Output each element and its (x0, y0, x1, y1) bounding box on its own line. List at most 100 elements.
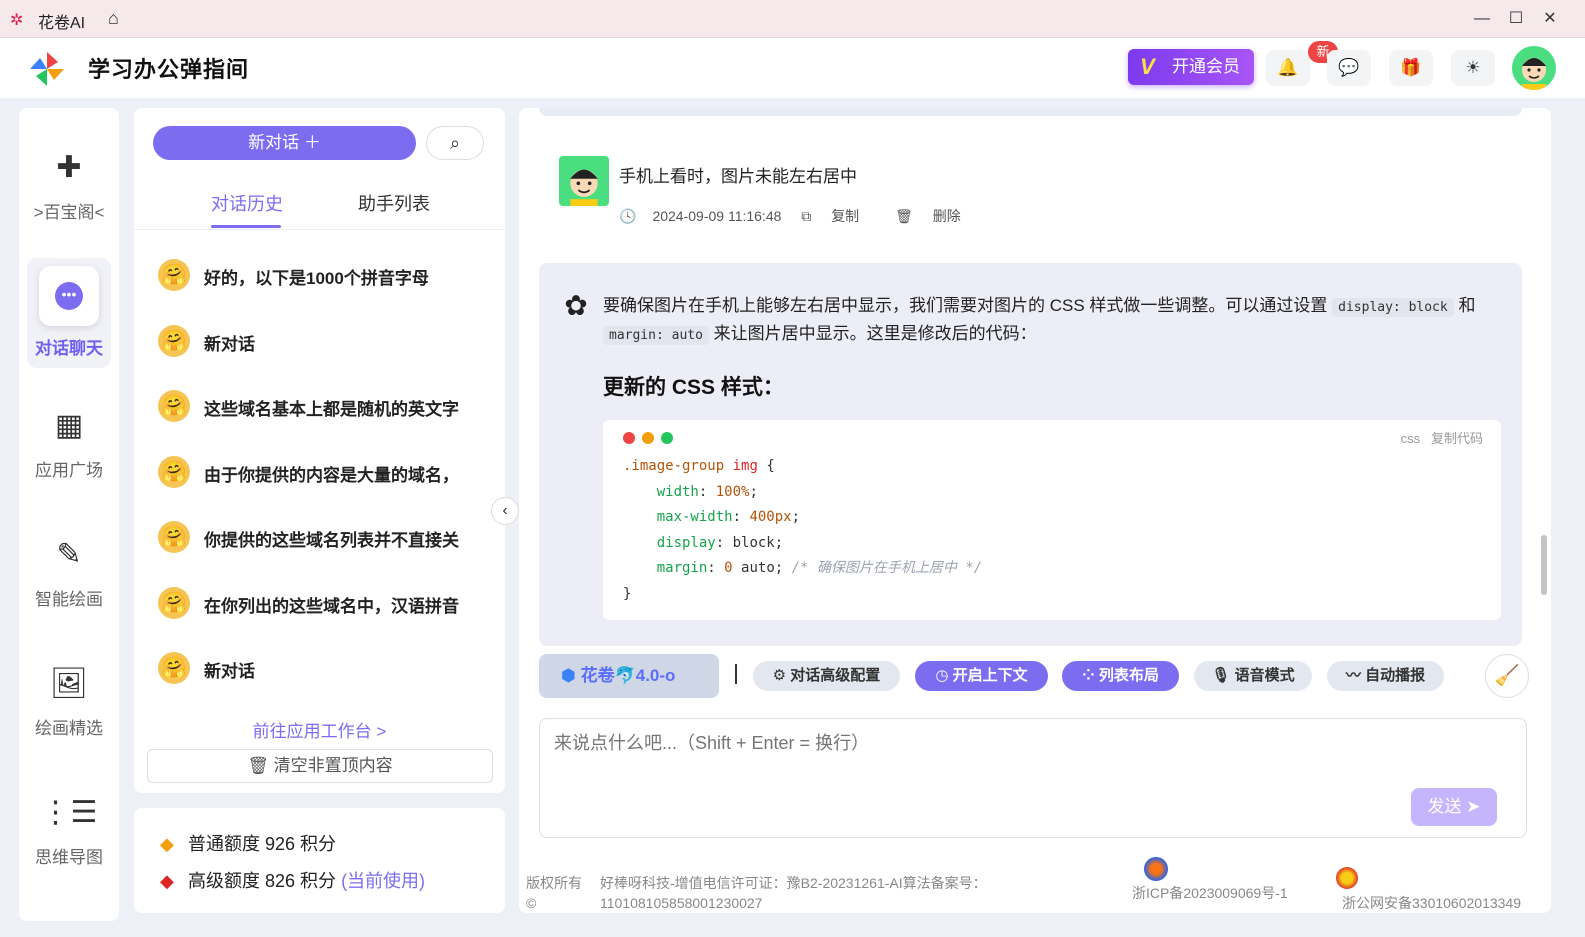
avatar-face-icon (1522, 58, 1546, 90)
code-content: .image-group img { width: 100%; max-widt… (623, 458, 983, 602)
advanced-config-button[interactable]: ⚙ 对话高级配置 (753, 661, 900, 691)
nav-item-chat[interactable]: ••• 对话聊天 (27, 258, 111, 368)
list-layout-toggle[interactable]: ⁘ 列表布局 (1062, 661, 1179, 691)
chat-bubble-icon: ••• (39, 266, 99, 326)
avatar-face-icon (570, 169, 598, 206)
brush-icon: ✎ (56, 538, 82, 571)
nav-item-label: 绘画精选 (35, 719, 103, 738)
broom-icon[interactable]: 🧹 (1485, 654, 1529, 698)
current-usage-label: (当前使用) (341, 871, 426, 891)
close-button[interactable]: ✕ (1538, 8, 1562, 30)
app-name: 花卷AI (38, 15, 86, 32)
chat-main: 手机上看时，图片未能左右居中 🕓 2024-09-09 11:16:48 ⧉ 复制… (519, 108, 1551, 913)
user-message: 手机上看时，图片未能左右居中 (619, 167, 857, 186)
collapse-sidebar-button[interactable]: ‹ (491, 497, 519, 525)
voice-mode-button[interactable]: 🎙 语音模式 (1194, 661, 1312, 691)
red-dot-icon (623, 432, 635, 444)
openai-logo-icon: ✿ (564, 290, 588, 321)
minimize-button[interactable]: — (1470, 8, 1494, 30)
list-item[interactable]: 🤗 新对话 (158, 321, 488, 361)
new-chat-button[interactable]: 新对话 ＋ (153, 126, 416, 160)
list-item[interactable]: 🤗 由于你提供的内容是大量的域名， (158, 452, 488, 492)
header: 学习办公弹指间 V 开通会员 🔔 新 💬 🎁 ☀ (0, 38, 1585, 98)
tab-assistants[interactable]: 助手列表 (358, 190, 430, 216)
nav-item-apps[interactable]: ▦ 应用广场 (19, 406, 119, 481)
conversation-title: 由于你提供的内容是大量的域名， (204, 466, 459, 485)
trash-icon: 🗑 (247, 756, 269, 775)
tab-history[interactable]: 对话历史 (211, 190, 283, 216)
autoplay-button[interactable]: 〰 自动播报 (1327, 661, 1444, 691)
cube-icon: ⬢ (561, 666, 581, 685)
bell-icon[interactable]: 🔔 (1266, 50, 1310, 86)
code-block: css 复制代码 .image-group img { width: 100%;… (603, 420, 1501, 620)
context-toggle[interactable]: ◷ 开启上下文 (915, 661, 1048, 691)
nav-item-paint[interactable]: ✎ 智能绘画 (19, 535, 119, 610)
clear-label: 清空非置顶内容 (273, 756, 393, 775)
brand-logo-icon (30, 52, 64, 86)
maximize-button[interactable]: ☐ (1504, 8, 1528, 30)
search-icon[interactable]: ⌕ (426, 126, 484, 160)
mic-icon: 🎙 (1211, 667, 1235, 684)
footer-police[interactable]: 浙公网安备33010602013349 (1342, 893, 1521, 913)
goto-workbench-link[interactable]: 前往应用工作台 > (134, 717, 505, 742)
list-item[interactable]: 🤗 在你列出的这些域名中，汉语拼音 (158, 583, 488, 623)
divider (735, 664, 737, 684)
footer-icp[interactable]: 浙ICP备2023009069号-1 (1132, 883, 1288, 903)
bot-emoji-icon: 🤗 (158, 259, 190, 291)
vip-button[interactable]: V 开通会员 (1128, 49, 1254, 85)
grid-icon: ⁘ (1082, 667, 1099, 684)
bot-emoji-icon: 🤗 (158, 652, 190, 684)
gem-icon: ◆ (160, 834, 174, 854)
delete-button[interactable]: 🗑 删除 (895, 208, 977, 224)
gear-icon: ⚙ (772, 667, 791, 684)
paper-plane-icon: ➤ (1466, 797, 1481, 816)
nav-item-label: 对话聊天 (35, 339, 103, 358)
bot-emoji-icon: 🤗 (158, 521, 190, 553)
mindmap-icon: ⋮☰ (40, 796, 98, 829)
copy-code-button[interactable]: 复制代码 (1431, 431, 1483, 446)
nav-item-gallery[interactable]: 🖼 绘画精选 (19, 664, 119, 739)
gift-icon[interactable]: 🎁 (1389, 50, 1433, 86)
bot-emoji-icon: 🤗 (158, 390, 190, 422)
green-dot-icon (661, 432, 673, 444)
nav-item-mindmap[interactable]: ⋮☰ 思维导图 (19, 793, 119, 868)
icp-badge-icon (1144, 857, 1168, 881)
vip-icon: V (1140, 54, 1155, 79)
audio-wave-icon: 〰 (1345, 667, 1366, 684)
copy-button[interactable]: ⧉ 复制 (801, 208, 875, 224)
nav-item-label: 智能绘画 (35, 590, 103, 609)
vip-label: 开通会员 (1172, 57, 1240, 76)
conversation-panel: 新对话 ＋ ⌕ 对话历史 助手列表 🤗 好的，以下是1000个拼音字母 🤗 新对… (134, 108, 505, 793)
clear-button[interactable]: 🗑 清空非置顶内容 (147, 749, 493, 783)
left-nav: ✚ >百宝阁< ••• 对话聊天 ▦ 应用广场 ✎ 智能绘画 🖼 绘画精选 ⋮☰… (19, 108, 119, 921)
inline-code: display: block (1332, 298, 1454, 317)
list-item[interactable]: 🤗 你提供的这些域名列表并不直接关 (158, 517, 488, 557)
nav-item-treasure[interactable]: ✚ >百宝阁< (19, 148, 119, 223)
scrollbar[interactable] (1541, 535, 1547, 595)
footer-license[interactable]: 好棒呀科技-增值电信许可证：豫B2-20231261-AI算法备案号： (600, 873, 987, 893)
ai-message: ✿ 要确保图片在手机上能够左右居中显示，我们需要对图片的 CSS 样式做一些调整… (539, 263, 1522, 646)
chat-input-box (539, 718, 1527, 838)
list-item[interactable]: 🤗 新对话 (158, 648, 488, 688)
list-item[interactable]: 🤗 这些域名基本上都是随机的英文字 (158, 386, 488, 426)
home-icon[interactable]: ⌂ (108, 8, 119, 29)
theme-sun-icon[interactable]: ☀ (1451, 50, 1495, 86)
wechat-icon[interactable]: 💬 (1327, 50, 1371, 86)
send-button[interactable]: 发送 ➤ (1411, 788, 1497, 826)
avatar[interactable] (1512, 46, 1556, 90)
message-meta: 🕓 2024-09-09 11:16:48 ⧉ 复制 🗑 删除 (619, 206, 993, 226)
inline-code: margin: auto (603, 326, 709, 345)
list-item[interactable]: 🤗 好的，以下是1000个拼音字母 (158, 255, 488, 295)
chat-input[interactable] (540, 719, 1526, 837)
nav-item-label: 应用广场 (35, 461, 103, 480)
conversation-title: 这些域名基本上都是随机的英文字 (204, 400, 459, 419)
credits-panel: ◆ 普通额度 926 积分 ◆ 高级额度 826 积分 (当前使用) (134, 808, 505, 913)
trash-icon: 🗑 (895, 208, 917, 224)
model-selector[interactable]: ⬢ 花卷🐬4.0-o (539, 654, 719, 698)
conversation-title: 新对话 (204, 335, 255, 354)
bot-emoji-icon: 🤗 (158, 456, 190, 488)
footer-algo-number[interactable]: 110108105858001230027 (600, 895, 762, 911)
title-bar: ✲ 花卷AI ⌂ — ☐ ✕ (0, 0, 1585, 38)
timestamp: 2024-09-09 11:16:48 (652, 208, 782, 224)
conversation-title: 新对话 (204, 662, 255, 681)
